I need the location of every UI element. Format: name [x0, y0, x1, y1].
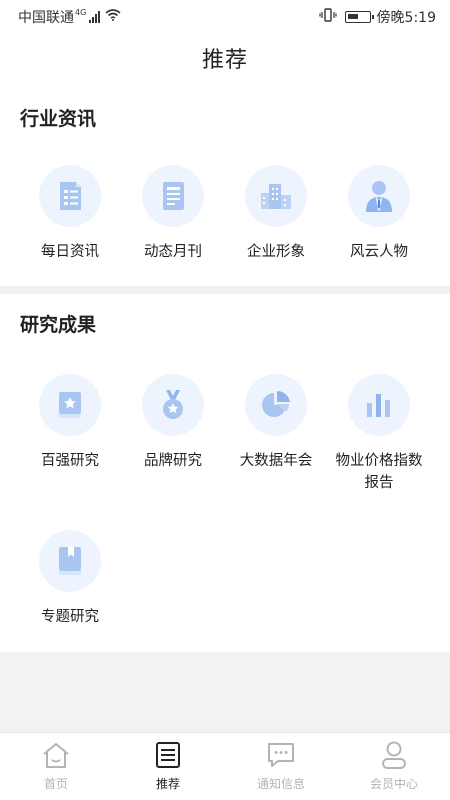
bar-chart-icon	[348, 374, 410, 436]
tab-label: 首页	[43, 777, 68, 791]
home-icon	[0, 739, 112, 771]
person-icon	[348, 165, 410, 227]
entry-brand-research[interactable]: 品牌研究	[123, 374, 223, 472]
user-icon	[338, 739, 450, 771]
section-title-industry: 行业资讯	[20, 108, 97, 130]
network-type: 4G	[75, 7, 87, 17]
vibrate-icon	[318, 8, 337, 26]
entry-top100-research[interactable]: 百强研究	[20, 374, 120, 472]
entry-label: 品牌研究	[144, 453, 202, 469]
entry-corporate-image[interactable]: 企业形象	[226, 165, 326, 263]
tab-notifications[interactable]: 通知信息	[225, 733, 337, 800]
entry-label: 企业形象	[247, 244, 305, 260]
entry-special-research[interactable]: 专题研究	[20, 530, 120, 628]
tab-recommend[interactable]: 推荐	[112, 733, 224, 800]
entry-label: 百强研究	[41, 453, 99, 469]
tab-label: 通知信息	[256, 777, 305, 791]
bottom-tab-bar: 首页 推荐 通知信息 会员中心	[0, 732, 450, 800]
entry-big-data-conference[interactable]: 大数据年会	[226, 374, 326, 472]
entry-label: 物业价格指数报告	[335, 453, 423, 491]
entry-monthly-magazine[interactable]: 动态月刊	[123, 165, 223, 263]
message-icon	[225, 739, 337, 771]
entry-property-price-index[interactable]: 物业价格指数报告	[329, 374, 429, 494]
tab-member-center[interactable]: 会员中心	[338, 733, 450, 800]
carrier-name: 中国联通	[18, 10, 74, 26]
battery-icon	[344, 11, 374, 23]
tab-label: 会员中心	[369, 777, 418, 791]
star-book-icon	[39, 374, 101, 436]
pie-chart-icon	[245, 374, 307, 436]
section-title-research: 研究成果	[20, 314, 97, 336]
tab-label: 推荐	[155, 777, 180, 791]
clock: 傍晚5:19	[376, 10, 436, 26]
research-results-section: 研究成果 百强研究 品牌研究 大数据年会 物业价格指数报告 专题研究	[0, 294, 450, 652]
list-doc-icon	[112, 739, 224, 771]
tab-home[interactable]: 首页	[0, 733, 112, 800]
entry-label: 专题研究	[41, 609, 99, 625]
entry-label: 每日资讯	[41, 244, 99, 260]
entry-daily-news[interactable]: 每日资讯	[20, 165, 120, 263]
entry-label: 大数据年会	[239, 453, 313, 469]
app-header: 推荐	[0, 32, 450, 88]
page-title: 推荐	[201, 48, 248, 73]
entry-label: 动态月刊	[144, 244, 202, 260]
bookmark-book-icon	[39, 530, 101, 592]
signal-icon	[89, 11, 101, 23]
entry-key-figures[interactable]: 风云人物	[329, 165, 429, 263]
entry-label: 风云人物	[350, 244, 408, 260]
news-doc-icon	[39, 165, 101, 227]
status-bar: 中国联通 4G 傍晚5:19	[0, 0, 450, 32]
medal-icon	[142, 374, 204, 436]
buildings-icon	[245, 165, 307, 227]
monthly-doc-icon	[142, 165, 204, 227]
industry-news-section: 行业资讯 每日资讯 动态月刊 企业形象 风云人物	[0, 88, 450, 286]
wifi-icon	[105, 9, 121, 25]
